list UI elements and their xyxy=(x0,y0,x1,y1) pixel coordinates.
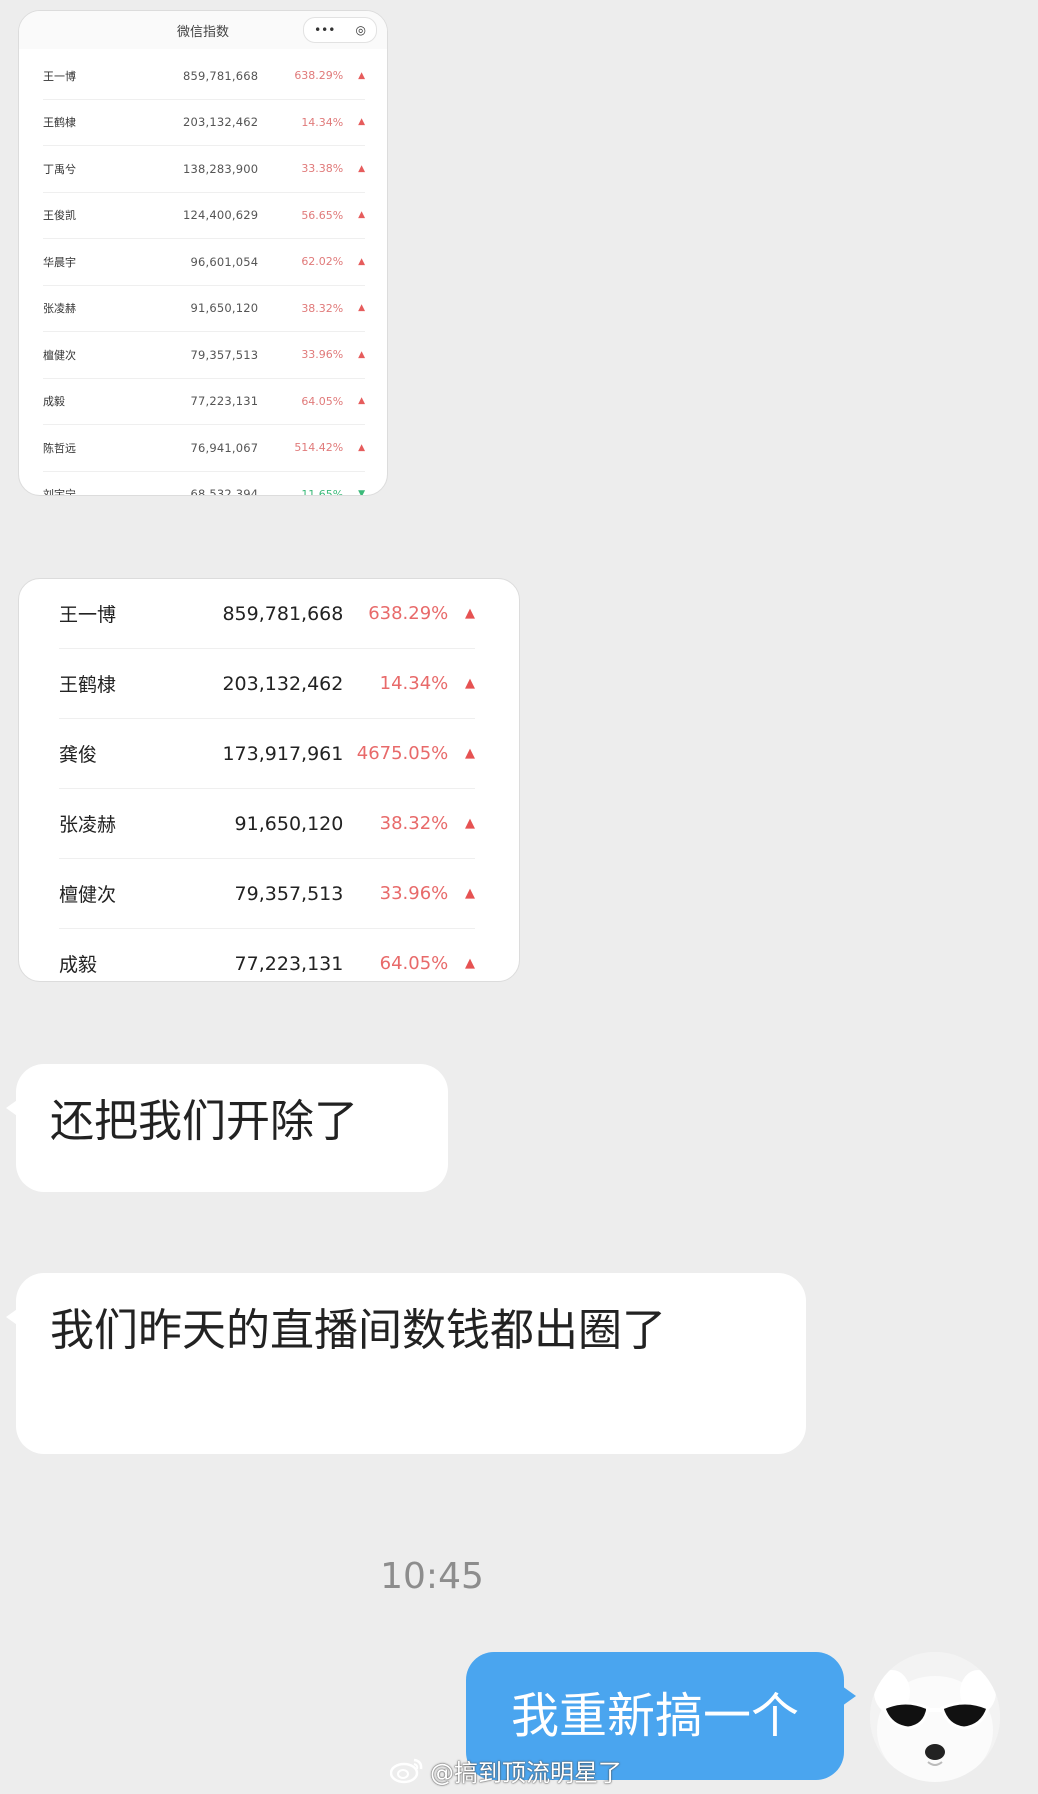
ranking-row[interactable]: 龚俊 173,917,961 4675.05% ▲ xyxy=(59,719,475,789)
ranking-row[interactable]: 张凌赫 91,650,120 38.32% ▲ xyxy=(43,286,365,332)
change-percent: 638.29% xyxy=(294,69,344,83)
index-value: 91,650,120 xyxy=(190,301,259,316)
celebrity-name: 龚俊 xyxy=(59,744,98,766)
ranking-screenshot-small[interactable]: 微信指数 ••• ◎ 王一博 859,781,668 638.29% ▲ 王鹤棣 203,… xyxy=(18,10,388,496)
close-target-icon[interactable]: ◎ xyxy=(355,23,365,37)
miniprogram-capsule[interactable]: ••• ◎ xyxy=(303,17,377,43)
index-value: 68,532,394 xyxy=(190,487,259,496)
arrow-up-icon: ▲ xyxy=(465,816,476,831)
change-percent: 38.32% xyxy=(379,813,449,834)
arrow-up-icon: ▲ xyxy=(465,676,476,691)
index-value: 124,400,629 xyxy=(182,208,259,223)
index-value: 203,132,462 xyxy=(222,672,344,695)
celebrity-name: 张凌赫 xyxy=(59,814,117,836)
celebrity-name: 成毅 xyxy=(43,395,65,409)
ranking-row[interactable]: 丁禹兮 138,283,900 33.38% ▲ xyxy=(43,146,365,193)
change-percent: 514.42% xyxy=(294,441,344,455)
change-percent: 62.02% xyxy=(301,255,344,269)
avatar[interactable] xyxy=(870,1652,1000,1782)
index-value: 859,781,668 xyxy=(222,602,344,625)
miniprogram-topbar: 微信指数 ••• ◎ xyxy=(19,11,387,49)
index-value: 76,941,067 xyxy=(190,440,259,455)
index-value: 77,223,131 xyxy=(234,952,344,975)
celebrity-name: 成毅 xyxy=(59,954,98,976)
index-value: 91,650,120 xyxy=(234,812,344,835)
arrow-up-icon: ▲ xyxy=(358,256,365,267)
index-value: 79,357,513 xyxy=(190,347,259,362)
index-value: 77,223,131 xyxy=(190,394,259,409)
arrow-up-icon: ▲ xyxy=(358,442,365,453)
received-message-bubble[interactable]: 我们昨天的直播间数钱都出圈了 xyxy=(6,1273,806,1454)
message-text: 我重新搞一个 xyxy=(510,1688,799,1744)
ranking-screenshot-large[interactable]: 王一博 859,781,668 638.29% ▲ 王鹤棣 203,132,462 14.3… xyxy=(18,578,520,982)
ranking-row[interactable]: 刘宇宁 68,532,394 11.65% ▼ xyxy=(43,472,365,496)
change-percent: 14.34% xyxy=(379,673,449,694)
ranking-list: 王一博 859,781,668 638.29% ▲ 王鹤棣 203,132,462 14.3… xyxy=(59,579,476,981)
arrow-up-icon: ▲ xyxy=(358,396,365,407)
change-percent: 64.05% xyxy=(301,394,344,408)
change-percent: 638.29% xyxy=(368,603,449,624)
index-value: 96,601,054 xyxy=(190,254,259,269)
ranking-row[interactable]: 王一博 859,781,668 638.29% ▲ xyxy=(59,579,475,649)
celebrity-name: 华晨宇 xyxy=(43,255,76,269)
ranking-row[interactable]: 王俊凯 124,400,629 56.65% ▲ xyxy=(43,193,365,239)
celebrity-name: 王鹤棣 xyxy=(43,116,76,130)
ranking-row[interactable]: 华晨宇 96,601,054 62.02% ▲ xyxy=(43,239,365,286)
index-value: 859,781,668 xyxy=(182,68,259,83)
ranking-row[interactable]: 成毅 77,223,131 64.05% ▲ xyxy=(43,379,365,425)
chat-timestamp: 10:45 xyxy=(380,1556,484,1597)
index-value: 138,283,900 xyxy=(182,161,259,176)
watermark-text: @搞到顶流明星了 xyxy=(430,1758,622,1787)
arrow-up-icon: ▲ xyxy=(465,606,476,621)
change-percent: 33.96% xyxy=(379,883,449,904)
ranking-row[interactable]: 王鹤棣 203,132,462 14.34% ▲ xyxy=(43,100,365,146)
ranking-row[interactable]: 檀健次 79,357,513 33.96% ▲ xyxy=(43,332,365,379)
celebrity-name: 王鹤棣 xyxy=(59,674,117,696)
arrow-up-icon: ▲ xyxy=(465,956,476,971)
ranking-row[interactable]: 王一博 859,781,668 638.29% ▲ xyxy=(43,53,365,100)
index-value: 203,132,462 xyxy=(182,115,259,130)
weibo-watermark: @搞到顶流明星了 xyxy=(390,1752,622,1788)
change-percent: 11.65% xyxy=(301,487,344,496)
message-text: 我们昨天的直播间数钱都出圈了 xyxy=(50,1305,666,1356)
change-percent: 14.34% xyxy=(301,115,344,129)
arrow-up-icon: ▲ xyxy=(358,210,365,221)
arrow-up-icon: ▲ xyxy=(358,117,365,128)
ranking-row[interactable]: 王鹤棣 203,132,462 14.34% ▲ xyxy=(59,649,475,719)
celebrity-name: 陈哲远 xyxy=(43,441,76,455)
change-percent: 33.96% xyxy=(301,348,344,362)
change-percent: 64.05% xyxy=(379,953,449,974)
index-value: 79,357,513 xyxy=(234,882,344,905)
celebrity-name: 檀健次 xyxy=(43,348,76,362)
received-message-bubble[interactable]: 还把我们开除了 xyxy=(6,1064,448,1192)
ranking-row[interactable]: 张凌赫 91,650,120 38.32% ▲ xyxy=(59,789,475,859)
message-text: 还把我们开除了 xyxy=(50,1096,358,1147)
ranking-list: 王一博 859,781,668 638.29% ▲ 王鹤棣 203,132,462 14.3… xyxy=(43,53,365,496)
weibo-logo-icon xyxy=(390,1758,423,1784)
ranking-row[interactable]: 檀健次 79,357,513 33.96% ▲ xyxy=(59,859,475,929)
celebrity-name: 刘宇宁 xyxy=(43,488,76,496)
ranking-row[interactable]: 陈哲远 76,941,067 514.42% ▲ xyxy=(43,425,365,472)
arrow-up-icon: ▲ xyxy=(465,886,476,901)
change-percent: 33.38% xyxy=(301,162,344,176)
celebrity-name: 王一博 xyxy=(43,69,76,83)
arrow-up-icon: ▲ xyxy=(358,349,365,360)
arrow-up-icon: ▲ xyxy=(465,746,476,761)
arrow-up-icon: ▲ xyxy=(358,70,365,81)
celebrity-name: 王俊凯 xyxy=(43,209,76,223)
arrow-up-icon: ▲ xyxy=(358,303,365,314)
celebrity-name: 张凌赫 xyxy=(43,302,76,316)
change-percent: 56.65% xyxy=(301,208,344,222)
arrow-down-icon: ▼ xyxy=(358,489,365,496)
change-percent: 38.32% xyxy=(301,301,344,315)
celebrity-name: 王一博 xyxy=(59,604,117,626)
more-icon[interactable]: ••• xyxy=(314,23,335,37)
ranking-row[interactable]: 成毅 77,223,131 64.05% ▲ xyxy=(59,929,476,981)
arrow-up-icon: ▲ xyxy=(358,163,365,174)
celebrity-name: 檀健次 xyxy=(59,884,117,906)
index-value: 173,917,961 xyxy=(222,742,344,765)
dog-sunglasses-avatar-icon xyxy=(870,1652,1000,1782)
change-percent: 4675.05% xyxy=(356,743,449,764)
celebrity-name: 丁禹兮 xyxy=(43,162,76,176)
